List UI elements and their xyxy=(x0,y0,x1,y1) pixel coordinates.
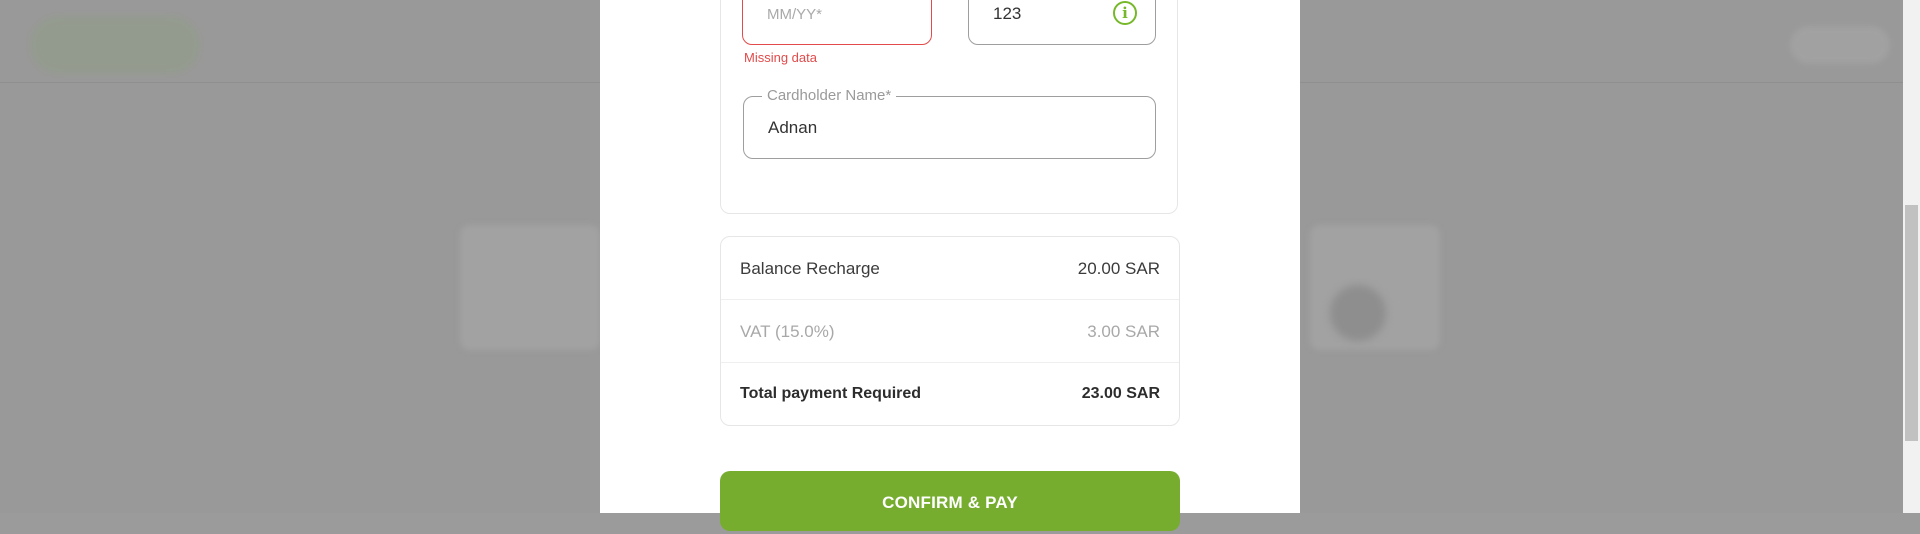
confirm-pay-button[interactable]: CONFIRM & PAY xyxy=(720,471,1180,531)
cardholder-name-value: Adnan xyxy=(768,118,818,137)
payment-summary: Balance Recharge 20.00 SAR VAT (15.0%) 3… xyxy=(720,236,1180,426)
summary-row-recharge: Balance Recharge 20.00 SAR xyxy=(721,237,1179,300)
background-header-button xyxy=(1790,26,1890,64)
summary-row-vat: VAT (15.0%) 3.00 SAR xyxy=(721,300,1179,363)
summary-label: VAT (15.0%) xyxy=(740,322,835,341)
summary-amount: 20.00 SAR xyxy=(1077,259,1160,278)
info-icon[interactable]: i xyxy=(1113,1,1137,25)
cvv-value: 123 xyxy=(993,4,1022,23)
summary-total-amount: 23.00 SAR xyxy=(1081,385,1160,402)
expiry-error-message: Missing data xyxy=(744,50,817,65)
scrollbar-thumb[interactable] xyxy=(1905,205,1918,441)
background-logo xyxy=(30,16,200,74)
summary-amount: 3.00 SAR xyxy=(1087,322,1160,341)
expiry-placeholder: MM/YY* xyxy=(767,6,823,23)
background-avatar xyxy=(1330,285,1386,341)
summary-label: Balance Recharge xyxy=(740,259,880,278)
expiry-date-field[interactable]: MM/YY* xyxy=(742,0,932,45)
summary-row-total: Total payment Required 23.00 SAR xyxy=(721,363,1179,426)
background-card xyxy=(460,225,600,350)
cardholder-name-field[interactable]: Cardholder Name* Adnan xyxy=(743,87,1156,159)
page-scrollbar[interactable] xyxy=(1903,0,1920,513)
summary-total-label: Total payment Required xyxy=(740,385,922,402)
cardholder-name-label: Cardholder Name* xyxy=(762,87,897,105)
